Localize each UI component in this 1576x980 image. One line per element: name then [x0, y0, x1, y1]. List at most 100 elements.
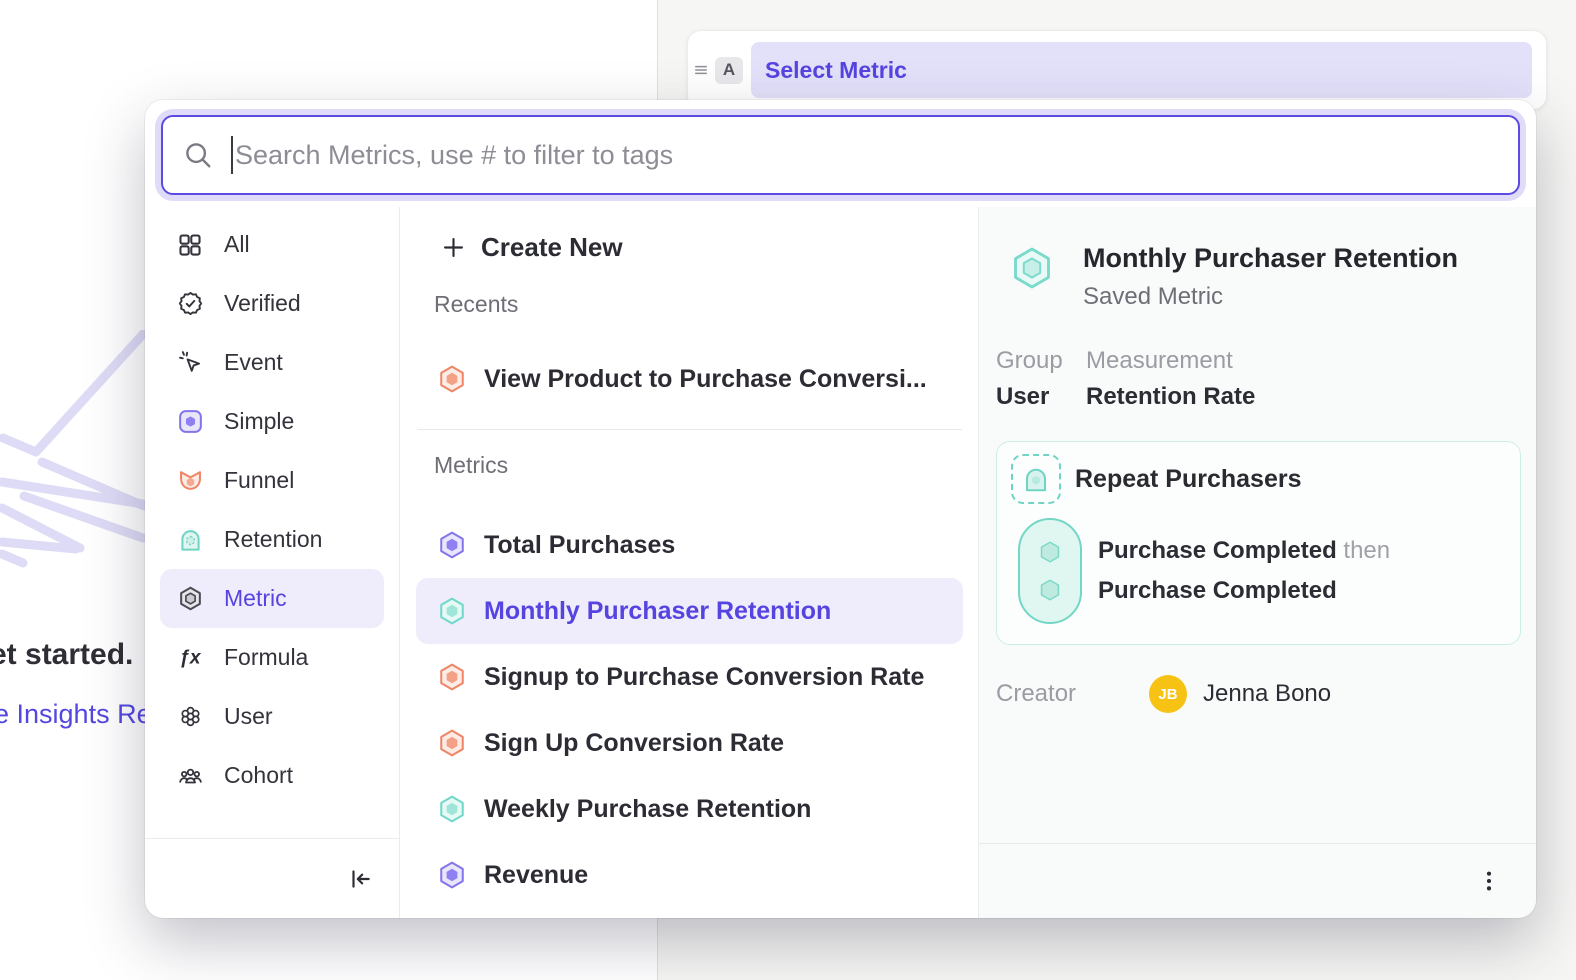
event-sequence-capsule [1018, 518, 1082, 624]
sidebar-item-label: Funnel [224, 467, 294, 494]
search-icon [183, 140, 213, 170]
sidebar-item-verified[interactable]: Verified [160, 274, 384, 333]
metric-row-label: Monthly Purchaser Retention [484, 597, 831, 626]
metric-row-weekly-purchase-retention[interactable]: Weekly Purchase Retention [416, 776, 963, 842]
metric-row-monthly-purchaser-retention[interactable]: Monthly Purchaser Retention [416, 578, 963, 644]
search-box[interactable] [161, 115, 1520, 195]
verified-badge-icon [176, 290, 204, 318]
metric-row-label: Signup to Purchase Conversion Rate [484, 663, 924, 692]
detail-title: Monthly Purchaser Retention [1083, 243, 1458, 274]
sidebar-item-event[interactable]: Event [160, 333, 384, 392]
metric-row-label: Weekly Purchase Retention [484, 795, 811, 824]
sidebar-item-label: All [224, 231, 250, 258]
sidebar-item-user[interactable]: User [160, 687, 384, 746]
definition-card-body: Purchase Completed then Purchase Complet… [1011, 518, 1506, 624]
retention-arch-icon [176, 526, 204, 554]
search-area [145, 100, 1536, 207]
text-caret [231, 136, 233, 174]
sidebar-item-formula[interactable]: ƒx Formula [160, 628, 384, 687]
measurement-label: Measurement [1086, 347, 1255, 375]
funnel-metric-hexagon-icon [437, 364, 467, 394]
formula-fx-icon: ƒx [176, 644, 204, 672]
background-insights-link[interactable]: e Insights Re [0, 699, 152, 730]
sequence-connector: then [1343, 537, 1390, 564]
recent-metric-label: View Product to Purchase Conversi... [484, 365, 927, 394]
drag-handle-icon[interactable] [692, 61, 710, 79]
sidebar-item-label: Verified [224, 290, 301, 317]
search-input[interactable] [235, 140, 1498, 171]
modal-body: All Verified [145, 207, 1536, 918]
recents-heading: Recents [434, 291, 978, 321]
sidebar-item-funnel[interactable]: Funnel [160, 451, 384, 510]
retention-metric-hexagon-icon [1009, 245, 1055, 291]
cohort-people-icon [176, 762, 204, 790]
definition-card-title: Repeat Purchasers [1075, 465, 1302, 494]
metric-hexagon-icon [176, 585, 204, 613]
funnel-metric-hexagon-icon [437, 662, 467, 692]
sidebar-item-label: User [224, 703, 273, 730]
simple-metric-hexagon-icon [437, 530, 467, 560]
detail-meta: Group User Measurement Retention Rate [996, 347, 1516, 411]
metric-row-label: Total Purchases [484, 531, 675, 560]
metrics-heading: Metrics [434, 452, 978, 482]
sequence-step-2: Purchase Completed [1098, 573, 1390, 609]
create-new-label: Create New [481, 232, 623, 263]
simple-metric-hexagon-icon [437, 860, 467, 890]
metric-row-label: Sign Up Conversion Rate [484, 729, 784, 758]
cursor-event-icon [176, 349, 204, 377]
metric-row-signup-to-purchase-conversion-rate[interactable]: Signup to Purchase Conversion Rate [416, 644, 963, 710]
event-hexagon-icon [1037, 577, 1063, 603]
user-cluster-icon [176, 703, 204, 731]
metric-row-revenue[interactable]: Revenue [416, 842, 963, 908]
metric-rows: Total Purchases Monthly Purchaser Retent… [400, 512, 978, 908]
collapse-sidebar-button[interactable] [347, 866, 373, 892]
metric-row-sign-up-conversion-rate[interactable]: Sign Up Conversion Rate [416, 710, 963, 776]
sidebar-item-simple[interactable]: Simple [160, 392, 384, 451]
definition-card: Repeat Purchasers [996, 441, 1521, 645]
metric-row-total-purchases[interactable]: Total Purchases [416, 512, 963, 578]
sidebar-item-all[interactable]: All [160, 215, 384, 274]
funnel-icon [176, 467, 204, 495]
group-label: Group [996, 347, 1086, 375]
metric-list-column: Create New Recents View Product to Purch… [400, 207, 978, 918]
creator-label: Creator [996, 680, 1149, 708]
metric-bar: A Select Metric [687, 30, 1547, 110]
sidebar-item-cohort[interactable]: Cohort [160, 746, 384, 805]
creator-avatar: JB [1149, 675, 1187, 713]
sidebar-item-label: Metric [224, 585, 287, 612]
sidebar-item-retention[interactable]: Retention [160, 510, 384, 569]
recent-metric-item[interactable]: View Product to Purchase Conversi... [400, 347, 978, 411]
type-sidebar: All Verified [145, 207, 400, 918]
sidebar-item-label: Event [224, 349, 283, 376]
select-metric-pill[interactable]: Select Metric [751, 42, 1532, 98]
detail-footer [979, 843, 1536, 918]
retention-metric-hexagon-icon [437, 794, 467, 824]
metric-picker-modal: All Verified [145, 100, 1536, 918]
sequence-step-1: Purchase Completed then [1098, 533, 1390, 569]
select-metric-label: Select Metric [765, 57, 907, 84]
creator-row: Creator JB Jenna Bono [996, 675, 1521, 713]
more-options-button[interactable] [1476, 868, 1502, 894]
retention-cohort-icon [1011, 454, 1061, 504]
decorative-line-illustration [0, 330, 150, 630]
sidebar-footer [145, 838, 399, 918]
detail-subtitle: Saved Metric [1083, 283, 1458, 311]
plus-icon [440, 234, 467, 261]
sidebar-item-metric[interactable]: Metric [160, 569, 384, 628]
series-letter-badge: A [715, 57, 743, 84]
metric-detail-panel: Monthly Purchaser Retention Saved Metric… [978, 207, 1536, 918]
create-new-button[interactable]: Create New [400, 221, 978, 273]
svg-text:ƒx: ƒx [179, 648, 202, 669]
funnel-metric-hexagon-icon [437, 728, 467, 758]
sidebar-item-label: Simple [224, 408, 294, 435]
group-value: User [996, 383, 1086, 411]
grid-icon [176, 231, 204, 259]
screen: et started. e Insights Re A Select Metri… [0, 0, 1576, 980]
detail-header: Monthly Purchaser Retention Saved Metric [1009, 243, 1516, 311]
kebab-menu-icon [1476, 868, 1502, 894]
creator-name: Jenna Bono [1203, 680, 1331, 708]
event-hexagon-icon [1037, 539, 1063, 565]
simple-hexagon-icon [176, 408, 204, 436]
sidebar-item-label: Cohort [224, 762, 293, 789]
background-heading-fragment: et started. [0, 638, 133, 672]
